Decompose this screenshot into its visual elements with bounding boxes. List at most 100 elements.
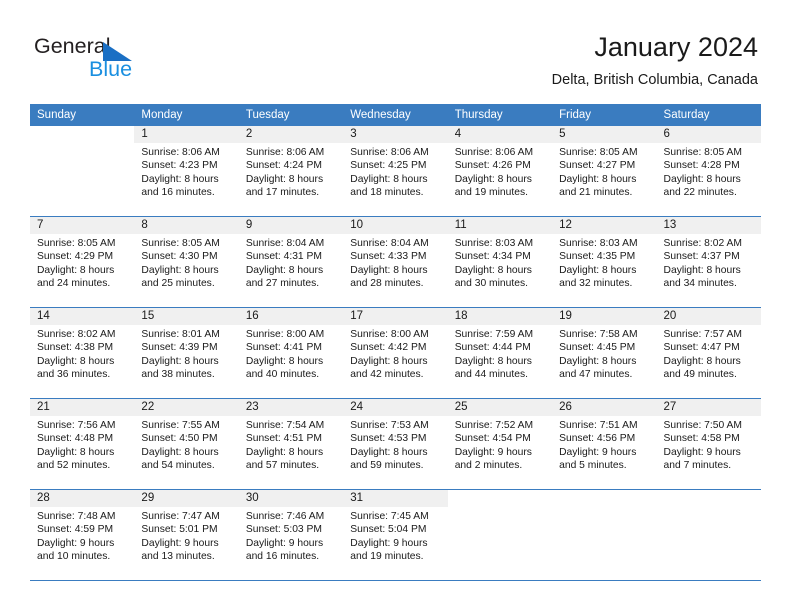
calendar-day-cell[interactable]: 17 Sunrise: 8:00 AM Sunset: 4:42 PM Dayligh… — [343, 307, 448, 399]
calendar-day-cell[interactable]: 1 Sunrise: 8:06 AM Sunset: 4:23 PM Daylight… — [134, 126, 239, 217]
general-blue-logo[interactable]: General Blue — [34, 33, 264, 83]
day-details: Sunrise: 8:00 AM Sunset: 4:41 PM Daylight:… — [239, 325, 343, 382]
day-detail-line: Sunset: 4:37 PM — [663, 251, 740, 263]
day-cell-inner: 3 Sunrise: 8:06 AM Sunset: 4:25 PM Daylight… — [343, 126, 448, 216]
day-detail-line: Sunset: 4:50 PM — [141, 433, 218, 445]
day-cell-inner: 11 Sunrise: 8:03 AM Sunset: 4:34 PM Dayligh… — [447, 217, 553, 307]
day-cell-inner: 2 Sunrise: 8:06 AM Sunset: 4:24 PM Daylight… — [238, 126, 344, 216]
day-cell-inner: 9 Sunrise: 8:04 AM Sunset: 4:31 PM Daylight… — [238, 217, 344, 307]
day-number: 14 — [30, 308, 135, 325]
day-detail-line: and 32 minutes. — [559, 278, 633, 290]
day-number: 12 — [552, 217, 657, 234]
day-detail-line: Sunrise: 8:05 AM — [141, 238, 220, 249]
day-details: Sunrise: 7:45 AM Sunset: 5:04 PM Daylight:… — [343, 507, 447, 564]
calendar-day-cell[interactable]: 22 Sunrise: 7:55 AM Sunset: 4:50 PM Dayligh… — [134, 398, 239, 490]
calendar-day-cell[interactable]: 13 Sunrise: 8:02 AM Sunset: 4:37 PM Dayligh… — [656, 216, 761, 308]
day-details: Sunrise: 8:06 AM Sunset: 4:26 PM Daylight:… — [448, 143, 552, 200]
day-number: 27 — [656, 399, 761, 416]
calendar-week-row: 21 Sunrise: 7:56 AM Sunset: 4:48 PM Dayligh… — [30, 398, 761, 490]
day-details: Sunrise: 7:46 AM Sunset: 5:03 PM Daylight:… — [239, 507, 343, 564]
day-cell-inner: 15 Sunrise: 8:01 AM Sunset: 4:39 PM Dayligh… — [134, 308, 239, 398]
day-detail-line: Sunrise: 8:00 AM — [350, 329, 429, 340]
calendar-day-cell[interactable]: 4 Sunrise: 8:06 AM Sunset: 4:26 PM Daylight… — [447, 126, 553, 217]
day-details: Sunrise: 7:58 AM Sunset: 4:45 PM Daylight:… — [552, 325, 656, 382]
calendar-day-cell[interactable]: 7 Sunrise: 8:05 AM Sunset: 4:29 PM Daylight… — [30, 216, 135, 308]
calendar-day-cell[interactable]: 29 Sunrise: 7:47 AM Sunset: 5:01 PM Dayligh… — [134, 489, 239, 581]
day-detail-line: Daylight: 8 hours — [350, 173, 428, 185]
calendar-day-cell[interactable]: 10 Sunrise: 8:04 AM Sunset: 4:33 PM Dayligh… — [343, 216, 448, 308]
day-cell-inner: 29 Sunrise: 7:47 AM Sunset: 5:01 PM Dayligh… — [134, 490, 239, 580]
day-detail-line: Daylight: 8 hours — [663, 173, 741, 185]
day-detail-line: and 34 minutes. — [663, 278, 737, 290]
calendar-day-cell[interactable]: 11 Sunrise: 8:03 AM Sunset: 4:34 PM Dayligh… — [447, 216, 553, 308]
day-detail-line: Daylight: 9 hours — [37, 537, 115, 549]
day-detail-line: Daylight: 8 hours — [141, 355, 219, 367]
calendar-day-cell[interactable]: 27 Sunrise: 7:50 AM Sunset: 4:58 PM Dayligh… — [656, 398, 761, 490]
calendar-day-cell[interactable]: 15 Sunrise: 8:01 AM Sunset: 4:39 PM Dayligh… — [134, 307, 239, 399]
day-detail-line: and 13 minutes. — [141, 551, 215, 563]
day-details — [30, 143, 134, 146]
day-details: Sunrise: 8:02 AM Sunset: 4:37 PM Daylight:… — [657, 234, 761, 291]
day-detail-line: Daylight: 8 hours — [663, 264, 741, 276]
day-detail-line: Sunrise: 8:04 AM — [245, 238, 325, 249]
calendar-empty-cell — [552, 489, 657, 581]
day-number: 20 — [656, 308, 761, 325]
calendar-day-cell[interactable]: 2 Sunrise: 8:06 AM Sunset: 4:24 PM Daylight… — [238, 126, 344, 217]
day-cell-inner: 31 Sunrise: 7:45 AM Sunset: 5:04 PM Dayligh… — [343, 490, 448, 580]
day-detail-line: and 28 minutes. — [350, 278, 424, 290]
calendar-table: Sunday Monday Tuesday Wednesday Thursday… — [30, 104, 761, 581]
day-detail-line: Daylight: 8 hours — [350, 446, 428, 458]
calendar-day-cell[interactable]: 5 Sunrise: 8:05 AM Sunset: 4:27 PM Daylight… — [552, 126, 657, 217]
day-detail-line: and 27 minutes. — [245, 278, 320, 290]
day-detail-line: Sunrise: 7:59 AM — [454, 329, 534, 340]
day-detail-line: Daylight: 9 hours — [454, 446, 532, 458]
day-number: 2 — [238, 126, 344, 143]
day-cell-inner: 5 Sunrise: 8:05 AM Sunset: 4:27 PM Daylight… — [552, 126, 657, 216]
calendar-day-cell[interactable]: 3 Sunrise: 8:06 AM Sunset: 4:25 PM Daylight… — [343, 126, 448, 217]
day-number: 6 — [656, 126, 761, 143]
day-detail-line: Sunrise: 8:05 AM — [37, 238, 116, 249]
day-details: Sunrise: 8:00 AM Sunset: 4:42 PM Daylight:… — [343, 325, 447, 382]
day-detail-line: and 16 minutes. — [245, 551, 320, 563]
day-details: Sunrise: 7:53 AM Sunset: 4:53 PM Daylight:… — [343, 416, 447, 473]
day-cell-inner: 28 Sunrise: 7:48 AM Sunset: 4:59 PM Dayligh… — [30, 490, 135, 580]
calendar-day-cell[interactable]: 23 Sunrise: 7:54 AM Sunset: 4:51 PM Dayligh… — [238, 398, 344, 490]
day-detail-line: Daylight: 8 hours — [37, 355, 115, 367]
calendar-day-cell[interactable]: 24 Sunrise: 7:53 AM Sunset: 4:53 PM Dayligh… — [343, 398, 448, 490]
day-cell-inner: 6 Sunrise: 8:05 AM Sunset: 4:28 PM Daylight… — [656, 126, 761, 216]
day-cell-inner: 21 Sunrise: 7:56 AM Sunset: 4:48 PM Dayligh… — [30, 399, 135, 489]
day-detail-line: Sunrise: 8:03 AM — [454, 238, 534, 249]
logo-text-blue: Blue — [89, 57, 133, 81]
calendar-day-cell[interactable]: 28 Sunrise: 7:48 AM Sunset: 4:59 PM Dayligh… — [30, 489, 135, 581]
day-detail-line: Sunrise: 8:05 AM — [663, 147, 742, 158]
calendar-day-cell[interactable]: 26 Sunrise: 7:51 AM Sunset: 4:56 PM Dayligh… — [552, 398, 657, 490]
calendar-day-cell[interactable]: 9 Sunrise: 8:04 AM Sunset: 4:31 PM Daylight… — [238, 216, 344, 308]
calendar-day-cell[interactable]: 12 Sunrise: 8:03 AM Sunset: 4:35 PM Dayligh… — [552, 216, 657, 308]
calendar-day-cell[interactable]: 8 Sunrise: 8:05 AM Sunset: 4:30 PM Daylight… — [134, 216, 239, 308]
calendar-day-cell[interactable]: 25 Sunrise: 7:52 AM Sunset: 4:54 PM Dayligh… — [447, 398, 553, 490]
calendar-day-cell[interactable]: 21 Sunrise: 7:56 AM Sunset: 4:48 PM Dayligh… — [30, 398, 135, 490]
calendar-day-cell[interactable]: 18 Sunrise: 7:59 AM Sunset: 4:44 PM Dayligh… — [447, 307, 553, 399]
weekday-header-monday: Monday — [134, 104, 239, 126]
calendar-week-row: 7 Sunrise: 8:05 AM Sunset: 4:29 PM Daylight… — [30, 216, 761, 308]
calendar-day-cell[interactable]: 19 Sunrise: 7:58 AM Sunset: 4:45 PM Dayligh… — [552, 307, 657, 399]
calendar-day-cell[interactable]: 30 Sunrise: 7:46 AM Sunset: 5:03 PM Dayligh… — [238, 489, 344, 581]
day-cell-inner: 17 Sunrise: 8:00 AM Sunset: 4:42 PM Dayligh… — [343, 308, 448, 398]
day-details: Sunrise: 8:06 AM Sunset: 4:25 PM Daylight:… — [343, 143, 447, 200]
calendar-day-cell[interactable]: 20 Sunrise: 7:57 AM Sunset: 4:47 PM Dayligh… — [656, 307, 761, 399]
calendar-day-cell[interactable]: 6 Sunrise: 8:05 AM Sunset: 4:28 PM Daylight… — [656, 126, 761, 217]
day-number: 9 — [238, 217, 344, 234]
day-detail-line: and 19 minutes. — [454, 187, 528, 199]
day-number: 24 — [343, 399, 448, 416]
day-detail-line: Sunrise: 8:06 AM — [141, 147, 220, 158]
calendar-day-cell[interactable]: 31 Sunrise: 7:45 AM Sunset: 5:04 PM Dayligh… — [343, 489, 448, 581]
day-details: Sunrise: 7:51 AM Sunset: 4:56 PM Daylight:… — [552, 416, 656, 473]
day-details: Sunrise: 8:01 AM Sunset: 4:39 PM Daylight:… — [134, 325, 238, 382]
calendar-day-cell[interactable]: 16 Sunrise: 8:00 AM Sunset: 4:41 PM Dayligh… — [238, 307, 344, 399]
calendar-day-cell[interactable]: 14 Sunrise: 8:02 AM Sunset: 4:38 PM Dayligh… — [30, 307, 135, 399]
day-detail-line: and 18 minutes. — [350, 187, 424, 199]
day-cell-inner — [448, 490, 552, 580]
day-cell-inner: 19 Sunrise: 7:58 AM Sunset: 4:45 PM Dayligh… — [552, 308, 657, 398]
day-cell-inner — [30, 126, 134, 216]
day-details: Sunrise: 8:06 AM Sunset: 4:23 PM Daylight:… — [134, 143, 238, 200]
